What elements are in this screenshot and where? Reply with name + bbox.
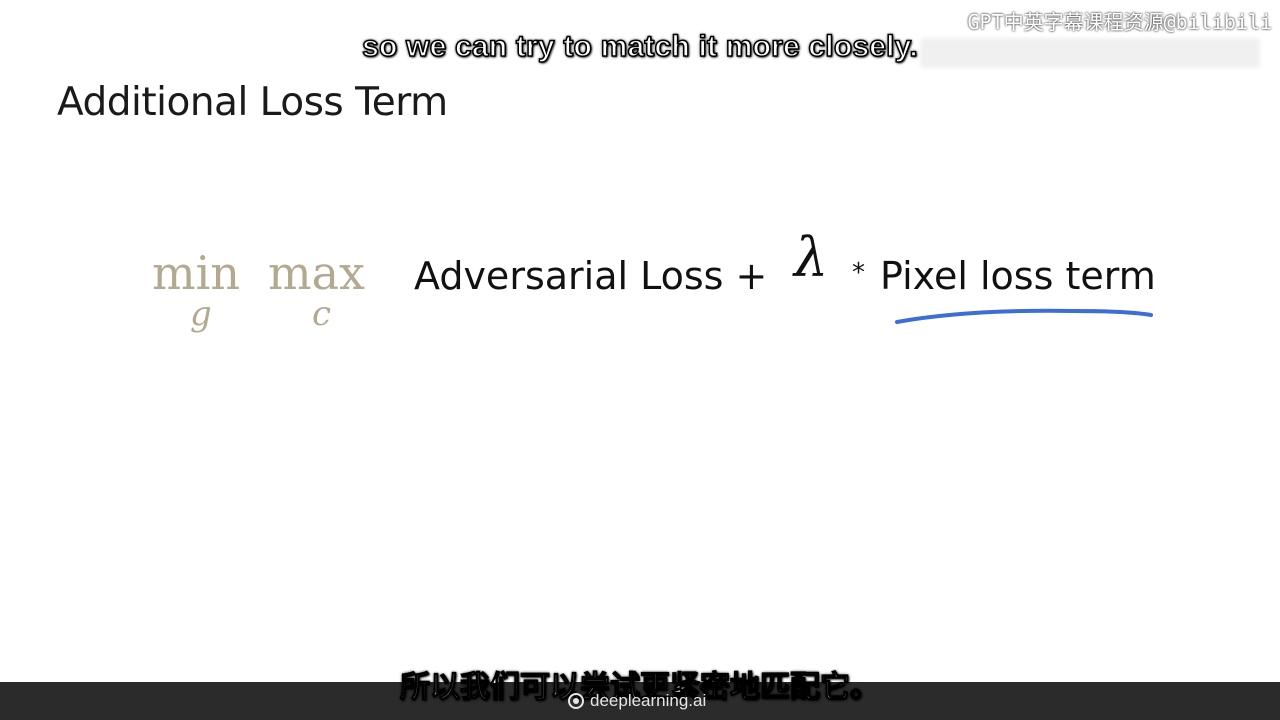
min-operator: min [152,246,240,300]
slide-title: Additional Loss Term [57,80,448,125]
adversarial-loss-term: Adversarial Loss + [414,254,768,298]
subtitle-english: so we can try to match it more closely. [361,29,918,64]
brand-footer: deeplearning.ai [568,691,706,711]
hand-drawn-underline [895,308,1153,324]
pixel-loss-term: Pixel loss term [880,254,1156,298]
brand-name: deeplearning.ai [590,691,707,710]
min-subscript: g [190,294,212,334]
max-operator: max [268,246,365,300]
multiply-symbol: * [852,258,865,288]
video-frame: GPT中英字幕课程资源@bilibili so we can try to ma… [0,0,1280,720]
deeplearning-logo-icon [568,693,584,709]
max-subscript: c [312,294,332,334]
loss-formula: min g max c Adversarial Loss + λ * Pixel… [152,226,1212,352]
lambda-symbol: λ [794,226,829,289]
